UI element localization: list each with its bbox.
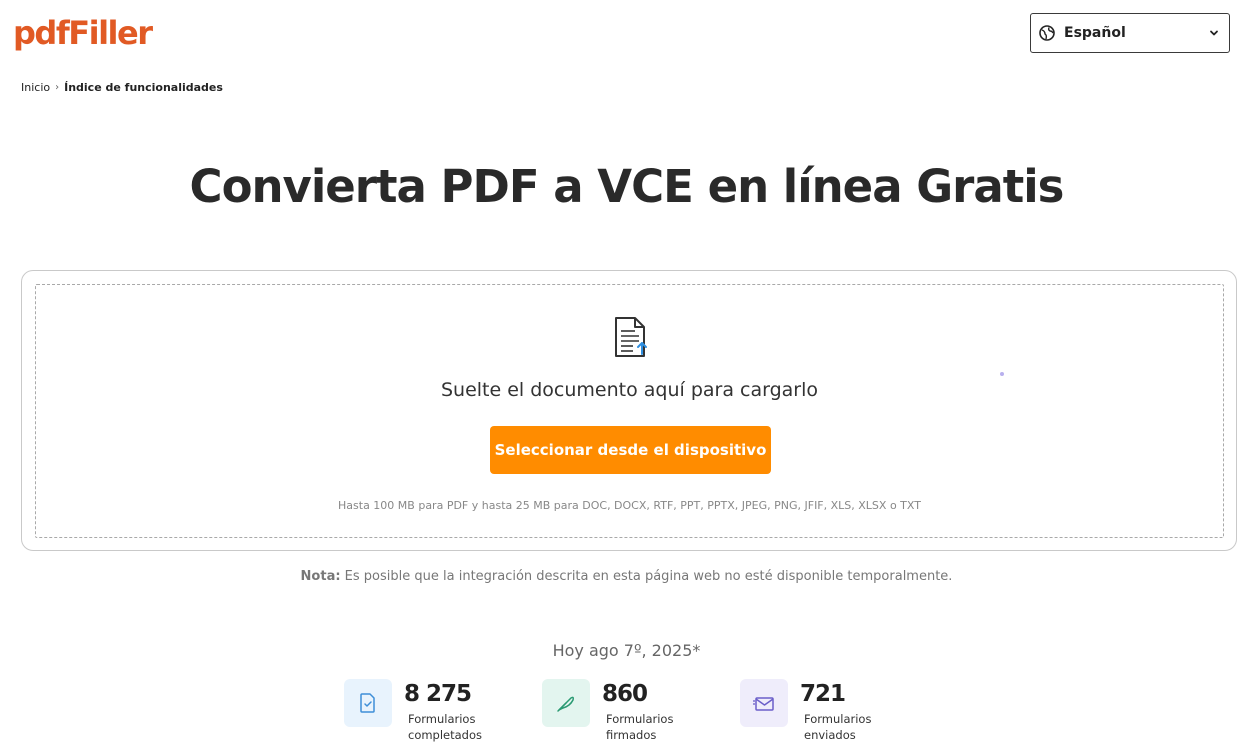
stats-date: Hoy ago 7º, 2025* [552, 641, 701, 660]
drop-instructions: Suelte el documento aquí para cargarlo [440, 379, 819, 401]
stat-sent-label: Formularios enviados [804, 712, 872, 742]
envelope-icon [740, 679, 788, 727]
chevron-down-icon [1209, 28, 1219, 38]
stat-signed-value: 860 [602, 681, 648, 707]
upload-dropzone[interactable]: Suelte el documento aquí para cargarlo S… [35, 284, 1224, 538]
upload-card: Suelte el documento aquí para cargarlo S… [21, 270, 1237, 551]
breadcrumb-home-link[interactable]: Inicio [21, 81, 50, 94]
language-label: Español [1064, 25, 1126, 41]
breadcrumb: Inicio › Índice de funcionalidades [21, 81, 223, 94]
feather-pen-icon [542, 679, 590, 727]
language-select[interactable]: Español [1030, 13, 1230, 53]
stat-completed-value: 8 275 [404, 681, 472, 707]
document-upload-icon [613, 315, 651, 361]
page-title: Convierta PDF a VCE en línea Gratis [189, 160, 1065, 213]
document-check-icon [344, 679, 392, 727]
stat-signed-label: Formularios firmados [606, 712, 674, 742]
breadcrumb-current[interactable]: Índice de funcionalidades [64, 81, 223, 94]
globe-icon [1039, 25, 1055, 41]
stat-sent-value: 721 [800, 681, 846, 707]
pdffiller-logo[interactable]: pdfFiller [13, 13, 153, 53]
availability-note: Nota: Es posible que la integración desc… [0, 569, 1253, 584]
note-label: Nota: [300, 569, 341, 584]
stat-completed-label: Formularios completados [408, 712, 483, 742]
loading-dot [1000, 372, 1004, 376]
breadcrumb-separator: › [55, 82, 60, 93]
note-text: Es posible que la integración descrita e… [340, 569, 953, 584]
file-size-limits: Hasta 100 MB para PDF y hasta 25 MB para… [338, 499, 921, 512]
select-from-device-button[interactable]: Seleccionar desde el dispositivo [490, 426, 771, 474]
